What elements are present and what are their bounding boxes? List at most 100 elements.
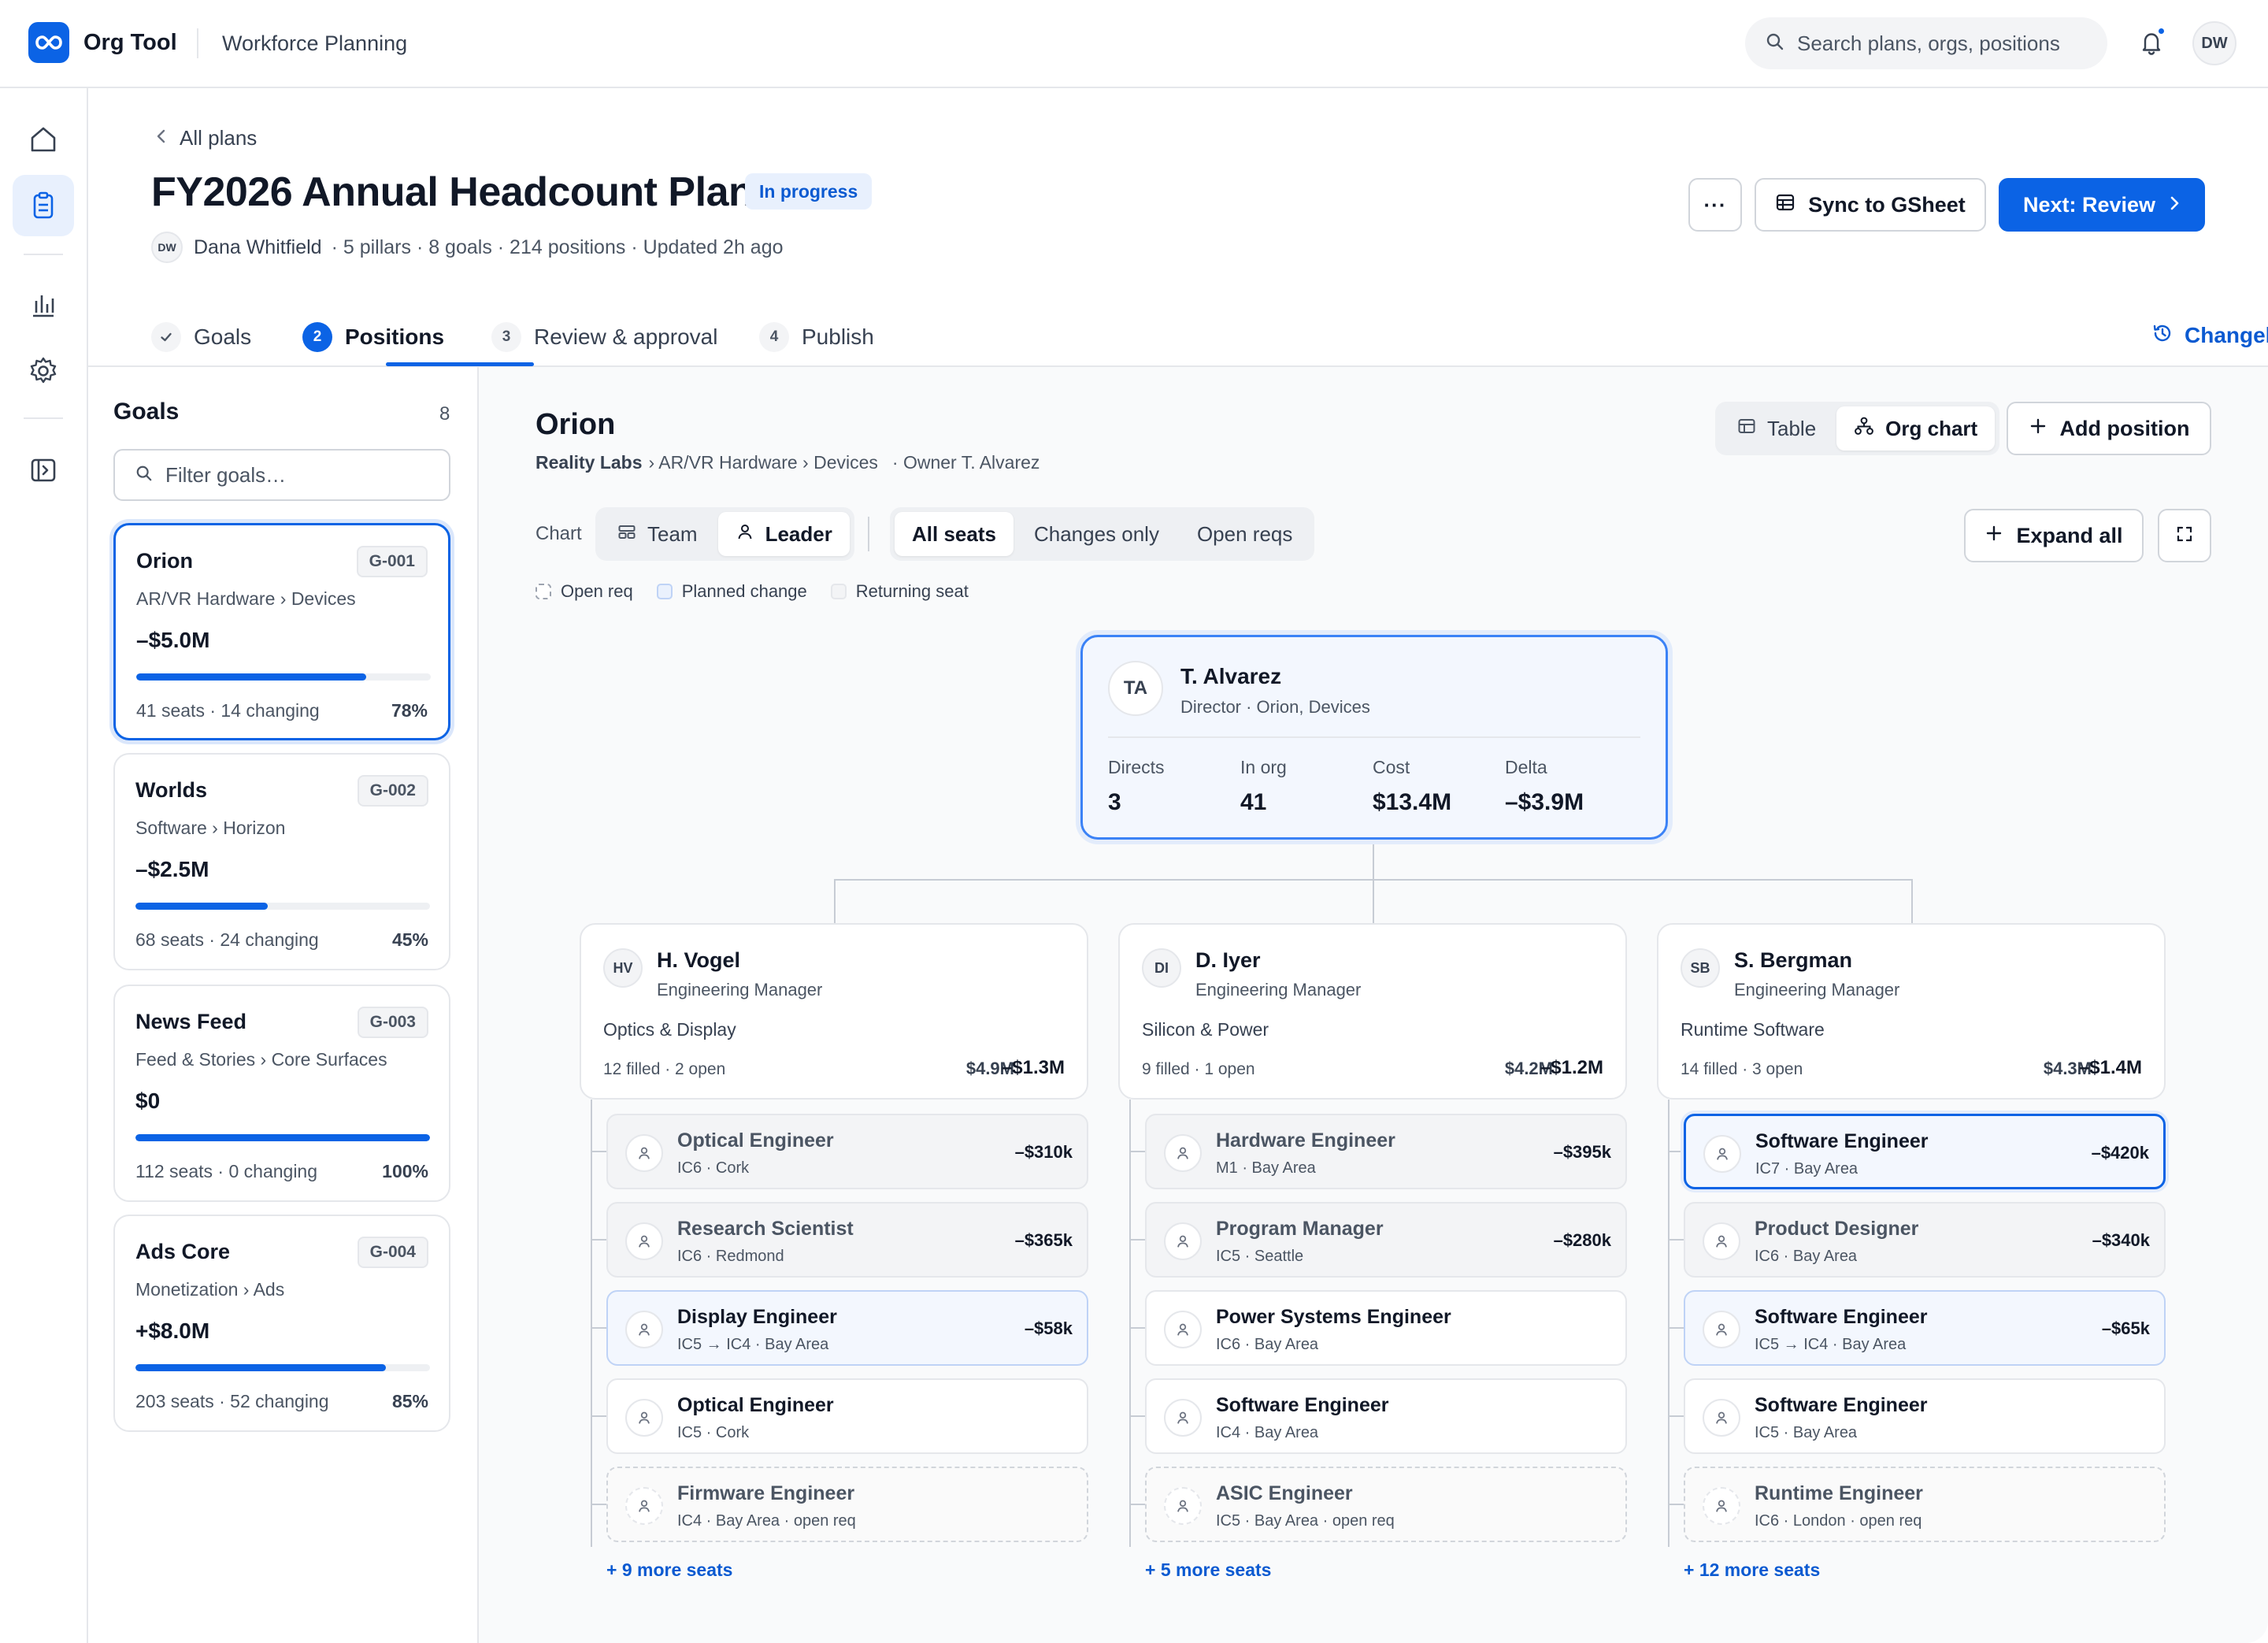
goal-id-badge: G-003 <box>357 1007 428 1038</box>
goal-seats: 41 seats · 14 changing <box>136 700 320 721</box>
goal-amount: +$8.0M <box>135 1318 210 1343</box>
legend-swatch-returning <box>830 584 847 599</box>
seat-title: Product Designer <box>1755 1218 1919 1240</box>
page-title: FY2026 Annual Headcount Plan <box>151 169 754 215</box>
plan-meta-text: · 5 pillars · 8 goals · 214 positions · … <box>331 236 784 258</box>
sync-gsheet-label: Sync to GSheet <box>1808 192 1966 217</box>
filter-all-seats-button[interactable]: All seats <box>895 512 1014 556</box>
collapse-sidebar-icon[interactable] <box>13 439 74 501</box>
view-org-chart-button[interactable]: Org chart <box>1836 406 1996 451</box>
person-icon <box>625 1487 663 1525</box>
next-review-button[interactable]: Next: Review <box>1999 178 2205 232</box>
tab-review-approval[interactable]: 3 Review & approval <box>491 307 717 367</box>
seat-title: ASIC Engineer <box>1216 1482 1353 1504</box>
next-review-label: Next: Review <box>2022 192 2156 217</box>
goal-seats: 112 seats · 0 changing <box>135 1161 318 1181</box>
person-icon <box>1703 1399 1740 1437</box>
leader-avatar: TA <box>1108 661 1163 716</box>
manager-card[interactable]: DI D. Iyer Engineering Manager Silicon & Po… <box>1118 923 1627 1100</box>
plans-icon[interactable] <box>13 175 74 236</box>
user-avatar[interactable]: DW <box>2192 21 2236 65</box>
search-icon <box>135 465 153 486</box>
seat-row[interactable]: Power Systems Engineer IC6 · Bay Area <box>1145 1290 1627 1366</box>
seat-row[interactable]: Hardware Engineer M1 · Bay Area –$395k <box>1145 1114 1627 1189</box>
tab-publish-label: Publish <box>802 325 874 349</box>
manager-card[interactable]: HV H. Vogel Engineering Manager Optics & Di… <box>580 923 1088 1100</box>
manager-team: Silicon & Power <box>1142 1019 1269 1040</box>
chart-leader-button[interactable]: Leader <box>717 512 850 556</box>
goals-filter-input[interactable] <box>165 462 449 488</box>
legend-swatch-planned <box>656 584 673 599</box>
tab-goals[interactable]: Goals <box>151 307 251 367</box>
org-path-root[interactable]: Reality Labs <box>536 452 643 473</box>
view-table-button[interactable]: Table <box>1720 406 1833 451</box>
tab-publish[interactable]: 4 Publish <box>759 307 874 367</box>
leader-divider <box>1108 736 1640 738</box>
seat-row[interactable]: Research Scientist IC6 · Redmond –$365k <box>606 1202 1088 1278</box>
filter-open-reqs-button[interactable]: Open reqs <box>1180 512 1310 556</box>
seat-row[interactable]: ASIC Engineer IC5 · Bay Area · open req <box>1145 1467 1627 1542</box>
goal-card[interactable]: News Feed G-003 Feed & Stories › Core Surf… <box>113 985 450 1202</box>
add-position-button[interactable]: Add position <box>2007 402 2211 455</box>
legend-swatch-open <box>536 584 551 599</box>
person-icon <box>1164 1222 1202 1260</box>
legend-returning-seat: Returning seat <box>830 581 969 602</box>
changelog-link[interactable]: Changelog <box>2151 312 2268 359</box>
connector-line <box>1668 1327 1684 1329</box>
goal-card[interactable]: Orion G-001 AR/VR Hardware › Devices –$5.0M… <box>113 523 450 740</box>
manager-delta: –$1.2M <box>1540 1057 1603 1078</box>
more-seats-link[interactable]: + 5 more seats <box>1145 1560 1271 1581</box>
seat-row[interactable]: Software Engineer IC5 · Bay Area <box>1684 1378 2166 1454</box>
filter-changes-only-button[interactable]: Changes only <box>1017 512 1177 556</box>
more-seats-link[interactable]: + 9 more seats <box>606 1560 732 1581</box>
goal-id-badge: G-004 <box>357 1237 428 1268</box>
tab-publish-step: 4 <box>759 322 789 352</box>
seat-row[interactable]: Runtime Engineer IC6 · London · open req <box>1684 1467 2166 1542</box>
seat-row[interactable]: Display Engineer IC5 → IC4 · Bay Area –$58… <box>606 1290 1088 1366</box>
seat-subtitle: IC6 · Bay Area <box>1216 1336 1319 1353</box>
expand-all-button[interactable]: Expand all <box>1964 509 2144 562</box>
more-icon: ··· <box>1703 192 1727 217</box>
home-icon[interactable] <box>13 109 74 170</box>
seat-delta: –$310k <box>1014 1142 1073 1162</box>
goal-progress-fill <box>135 1364 386 1371</box>
rail-divider <box>24 254 63 255</box>
more-seats-link[interactable]: + 12 more seats <box>1684 1560 1820 1581</box>
manager-card[interactable]: SB S. Bergman Engineering Manager Runtime S… <box>1657 923 2166 1100</box>
seat-row[interactable]: Product Designer IC6 · Bay Area –$340k <box>1684 1202 2166 1278</box>
more-options-button[interactable]: ··· <box>1688 178 1742 232</box>
changelog-label: Changelog <box>2185 323 2268 347</box>
goals-filter[interactable] <box>113 449 450 501</box>
section-name[interactable]: Workforce Planning <box>222 32 407 56</box>
gear-icon[interactable] <box>13 340 74 402</box>
seat-row[interactable]: Software Engineer IC4 · Bay Area <box>1145 1378 1627 1454</box>
goal-progress-fill <box>136 673 366 681</box>
seat-row[interactable]: Firmware Engineer IC4 · Bay Area · open r… <box>606 1467 1088 1542</box>
app-window: Org Tool Workforce Planning DW <box>0 0 2268 1643</box>
person-icon <box>1164 1311 1202 1348</box>
global-search[interactable] <box>1745 17 2107 69</box>
seat-row[interactable]: Software Engineer IC5 → IC4 · Bay Area –$6… <box>1684 1290 2166 1366</box>
back-link[interactable]: All plans <box>154 126 257 150</box>
goal-name: News Feed <box>135 1010 247 1033</box>
plan-owner[interactable]: Dana Whitfield <box>194 236 322 259</box>
seat-subtitle: IC7 · Bay Area <box>1755 1160 1858 1178</box>
stat-value: 41 <box>1240 789 1267 815</box>
seat-row[interactable]: Software Engineer IC7 · Bay Area –$420k <box>1684 1114 2166 1189</box>
seat-row[interactable]: Optical Engineer IC6 · Cork –$310k <box>606 1114 1088 1189</box>
seat-row[interactable]: Optical Engineer IC5 · Cork <box>606 1378 1088 1454</box>
sync-gsheet-button[interactable]: Sync to GSheet <box>1755 178 1986 232</box>
seat-row[interactable]: Program Manager IC5 · Seattle –$280k <box>1145 1202 1627 1278</box>
chart-team-label: Team <box>647 521 698 546</box>
fullscreen-button[interactable] <box>2158 509 2211 562</box>
goal-card[interactable]: Ads Core G-004 Monetization › Ads +$8.0M 203… <box>113 1215 450 1432</box>
logo-icon[interactable] <box>28 22 69 63</box>
goal-card[interactable]: Worlds G-002 Software › Horizon –$2.5M 68 se… <box>113 753 450 970</box>
goal-percent: 100% <box>382 1161 428 1181</box>
analytics-icon[interactable] <box>13 274 74 336</box>
stat-value: $13.4M <box>1373 789 1452 815</box>
tab-positions[interactable]: 2 Positions <box>302 307 444 367</box>
chart-team-button[interactable]: Team <box>600 512 715 556</box>
leader-card[interactable]: TA T. Alvarez Director · Orion, Devices … <box>1080 635 1668 840</box>
search-input[interactable] <box>1797 31 2096 56</box>
